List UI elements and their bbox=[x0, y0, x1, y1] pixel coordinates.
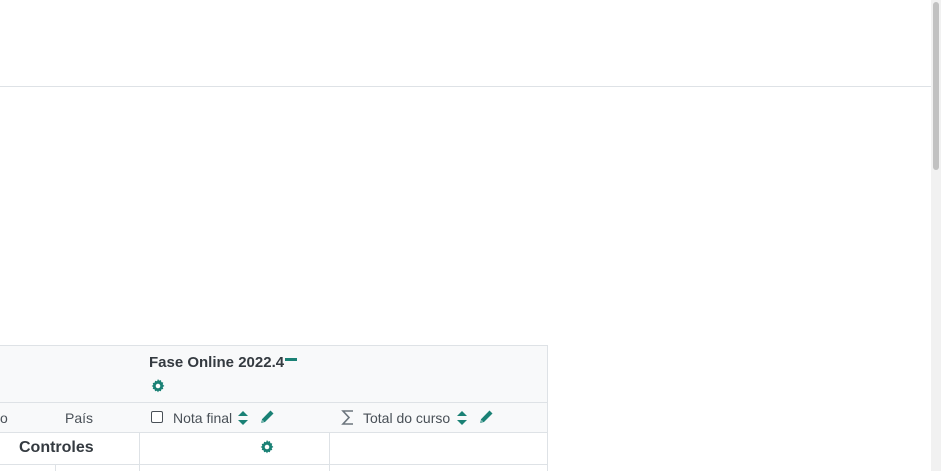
column-header-country[interactable]: País bbox=[55, 402, 140, 433]
final-grade-label: Nota final bbox=[173, 410, 233, 426]
course-total-label: Total do curso bbox=[363, 410, 451, 426]
controls-row-final-grade-cell bbox=[139, 432, 330, 465]
sort-icon[interactable] bbox=[457, 411, 467, 428]
edit-icon[interactable] bbox=[260, 410, 274, 427]
scrollbar-thumb[interactable] bbox=[933, 2, 939, 170]
checkbox-icon[interactable] bbox=[151, 411, 163, 423]
controls-row-label-cell: Controles bbox=[0, 432, 140, 465]
edit-icon[interactable] bbox=[479, 410, 493, 427]
column-header-course-total: Total do curso bbox=[329, 402, 548, 433]
column-country-label[interactable]: País bbox=[65, 410, 93, 426]
table-row-cell bbox=[139, 464, 330, 471]
controls-label: Controles bbox=[19, 439, 94, 456]
vertical-scrollbar[interactable] bbox=[931, 0, 941, 471]
column-email-label[interactable]: o bbox=[0, 410, 8, 426]
sort-icon[interactable] bbox=[238, 411, 248, 428]
grader-report-table: Fase Online 2022.4 o País Nota final Tot… bbox=[0, 345, 548, 471]
column-header-email[interactable]: o bbox=[0, 402, 56, 433]
gear-icon[interactable] bbox=[260, 440, 274, 457]
controls-row-course-total-cell bbox=[329, 432, 548, 465]
category-title: Fase Online 2022.4 bbox=[149, 354, 298, 371]
collapse-icon[interactable] bbox=[285, 357, 298, 361]
table-row-cell bbox=[55, 464, 140, 471]
sigma-icon bbox=[341, 409, 355, 429]
category-header: Fase Online 2022.4 bbox=[139, 345, 548, 403]
column-header-final-grade: Nota final bbox=[139, 402, 330, 433]
page: Fase Online 2022.4 o País Nota final Tot… bbox=[0, 0, 941, 471]
table-row-cell bbox=[329, 464, 548, 471]
header-divider bbox=[0, 86, 931, 87]
category-header-empty bbox=[0, 345, 140, 403]
gear-icon[interactable] bbox=[151, 379, 165, 396]
table-row-cell bbox=[0, 464, 56, 471]
